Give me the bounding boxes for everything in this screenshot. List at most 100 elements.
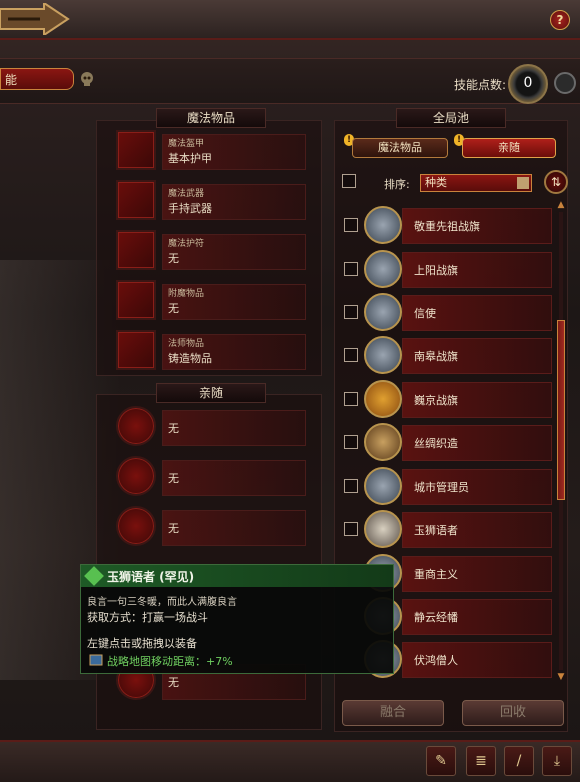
follower-slot-icon	[116, 456, 156, 496]
banner-icon	[364, 336, 402, 374]
slot-category: 魔法盔甲	[168, 139, 205, 149]
scroll-down-icon[interactable]: ▼	[556, 672, 566, 682]
follower-slot[interactable]: 无	[116, 506, 306, 550]
banner-icon	[364, 250, 402, 288]
map-icon	[89, 654, 103, 666]
item-label: 城市管理员	[414, 481, 469, 494]
tooltip-hint: 左键点击或拖拽以装备	[87, 637, 197, 650]
list-item[interactable]: 敬重先祖战旗	[342, 206, 554, 246]
scroll-thumb[interactable]	[557, 320, 565, 500]
tooltip-effect: 战略地图移动距离：+7%	[107, 655, 233, 668]
magic-slot-talisman[interactable]: 魔法护符 无	[116, 230, 306, 274]
slot-bar	[162, 510, 306, 546]
magic-slot-armor[interactable]: 魔法盔甲 基本护甲	[116, 130, 306, 174]
list-item[interactable]: 丝绸织造	[342, 423, 554, 463]
item-label: 重商主义	[414, 568, 458, 581]
slot-value: 手持武器	[168, 202, 212, 215]
arcane-slot-icon	[116, 330, 156, 370]
follower-slot[interactable]: 无	[116, 456, 306, 500]
item-label: 南皋战旗	[414, 350, 458, 363]
skill-points-value: 0	[508, 64, 548, 104]
item-checkbox[interactable]	[344, 522, 358, 536]
list-item[interactable]: 巍京战旗	[342, 380, 554, 420]
sort-order-icon[interactable]: ⇅	[544, 170, 568, 194]
item-label: 丝绸织造	[414, 437, 458, 450]
item-checkbox[interactable]	[344, 262, 358, 276]
chevron-down-icon	[517, 177, 529, 189]
soldier-icon	[364, 423, 402, 461]
soldier-icon	[364, 510, 402, 548]
sword-icon[interactable]: /	[504, 746, 534, 776]
rarity-gem-icon	[84, 566, 104, 586]
sort-select[interactable]: 种类	[420, 174, 532, 192]
item-checkbox[interactable]	[344, 435, 358, 449]
quill-icon[interactable]: ✎	[426, 746, 456, 776]
slot-value: 无	[168, 422, 179, 435]
item-label: 静云经幡	[414, 611, 458, 624]
item-label: 巍京战旗	[414, 394, 458, 407]
recycle-button[interactable]: 回收	[462, 700, 564, 726]
magic-slot-arcane[interactable]: 法师物品 铸造物品	[116, 330, 306, 374]
tooltip-header: 玉狮语者 (罕见)	[81, 565, 393, 587]
skill-points-label: 技能点数:	[453, 78, 506, 92]
select-all-checkbox[interactable]	[342, 174, 356, 188]
tab-followers[interactable]: 亲随	[462, 138, 556, 158]
refresh-icon[interactable]	[554, 72, 576, 94]
slot-value: 无	[168, 472, 179, 485]
item-label: 信使	[414, 307, 436, 320]
list-item[interactable]: 玉狮语者	[342, 510, 554, 550]
follower-slot[interactable]: 无	[116, 406, 306, 450]
global-pool-title: 全局池	[396, 108, 506, 128]
help-icon[interactable]: ?	[550, 10, 570, 30]
slot-bar	[162, 460, 306, 496]
list-item[interactable]: 南皋战旗	[342, 336, 554, 376]
list-item[interactable]: 上阳战旗	[342, 250, 554, 290]
item-label: 玉狮语者	[414, 524, 458, 537]
tooltip-description: 良言一句三冬暖，而此人满腹良言	[87, 597, 237, 608]
banner-icon	[364, 380, 402, 418]
item-label: 上阳战旗	[414, 264, 458, 277]
item-checkbox[interactable]	[344, 305, 358, 319]
item-checkbox[interactable]	[344, 348, 358, 362]
slot-value: 无	[168, 522, 179, 535]
scroll-icon[interactable]: ≣	[466, 746, 496, 776]
slot-bar	[162, 410, 306, 446]
slot-category: 法师物品	[168, 339, 205, 349]
item-checkbox[interactable]	[344, 392, 358, 406]
item-label: 伏鸿僧人	[414, 654, 458, 667]
slot-value: 铸造物品	[168, 352, 212, 365]
weapon-slot-icon	[116, 180, 156, 220]
list-scrollbar[interactable]: ▲ ▼	[556, 200, 566, 682]
download-icon[interactable]: ⤓	[542, 746, 572, 776]
merge-button[interactable]: 融合	[342, 700, 444, 726]
scroll-up-icon[interactable]: ▲	[556, 200, 566, 210]
item-checkbox[interactable]	[344, 479, 358, 493]
list-item[interactable]: 信使	[342, 293, 554, 333]
magic-slot-enchanted[interactable]: 附魔物品 无	[116, 280, 306, 324]
skull-icon	[81, 72, 93, 86]
banner-icon	[364, 206, 402, 244]
sort-value: 种类	[425, 176, 447, 189]
sort-label: 排序:	[384, 178, 410, 191]
magic-items-title: 魔法物品	[156, 108, 266, 128]
enchanted-slot-icon	[116, 280, 156, 320]
character-name-field[interactable]: 能	[0, 68, 74, 90]
list-item[interactable]: 城市管理员	[342, 467, 554, 507]
slot-category: 魔法护符	[168, 239, 205, 249]
slot-value: 无	[168, 676, 179, 689]
top-bar: ?	[0, 0, 580, 40]
tooltip-obtain: 获取方式：打赢一场战斗	[87, 611, 208, 624]
magic-slot-weapon[interactable]: 魔法武器 手持武器	[116, 180, 306, 224]
follower-slot-icon	[116, 506, 156, 546]
item-checkbox[interactable]	[344, 218, 358, 232]
tab-magic-items[interactable]: 魔法物品	[352, 138, 448, 158]
soldier-icon	[364, 467, 402, 505]
follower-slot-icon	[116, 406, 156, 446]
slot-value: 无	[168, 302, 179, 315]
slot-category: 魔法武器	[168, 189, 205, 199]
item-tooltip: 玉狮语者 (罕见) 良言一句三冬暖，而此人满腹良言 获取方式：打赢一场战斗 左键…	[80, 564, 394, 674]
back-arrow-icon[interactable]	[0, 3, 70, 35]
slot-category: 附魔物品	[168, 289, 205, 299]
talisman-slot-icon	[116, 230, 156, 270]
item-label: 敬重先祖战旗	[414, 220, 480, 233]
